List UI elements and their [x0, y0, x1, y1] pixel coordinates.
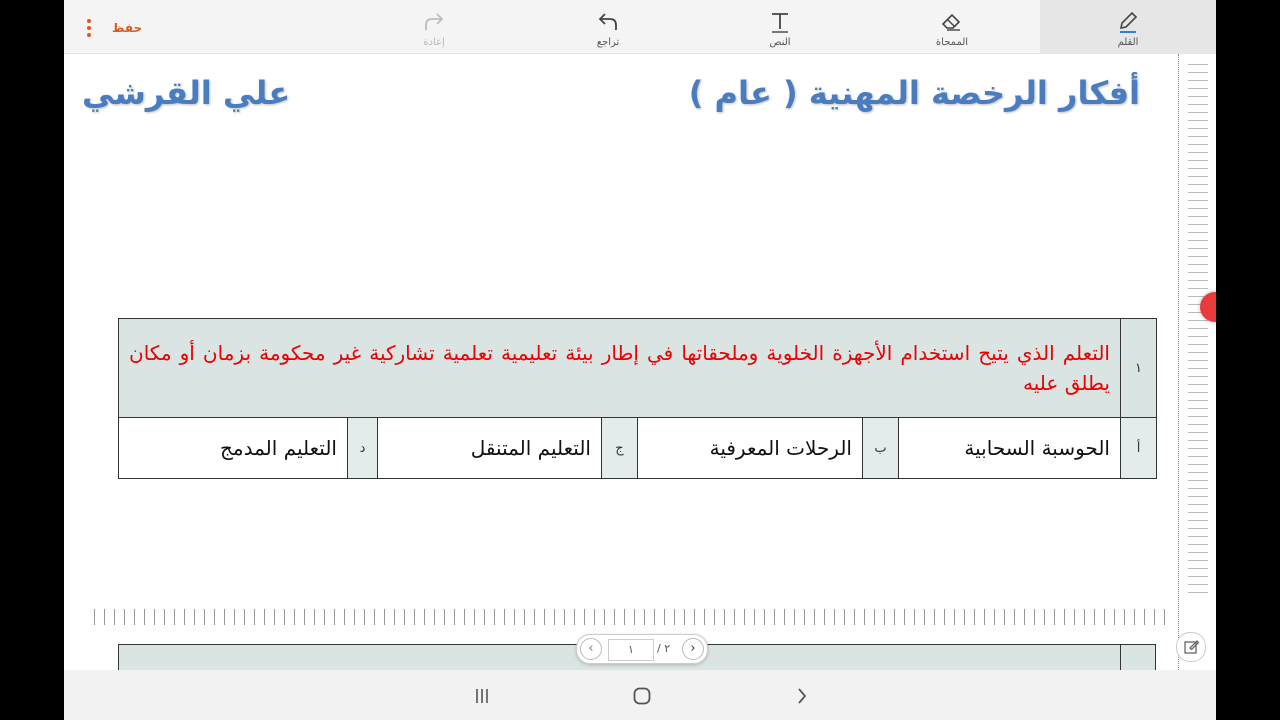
- side-scroll-ruler[interactable]: [1188, 64, 1208, 594]
- page-break-ruler: [94, 609, 1174, 625]
- eraser-icon: [941, 13, 961, 31]
- pen-tool-button[interactable]: القلم: [1040, 0, 1216, 54]
- redo-label: إعادة: [423, 37, 445, 48]
- option-letter-c: ج: [601, 417, 638, 479]
- option-letter-d: د: [347, 417, 378, 479]
- document-title: أفكار الرخصة المهنية ( عام ): [688, 74, 1140, 112]
- question-text: التعلم الذي يتيح استخدام الأجهزة الخلوية…: [118, 318, 1121, 418]
- toolbar: القلم الممحاة النص تراجع إعادة حفظ: [64, 0, 1216, 54]
- undo-label: تراجع: [596, 37, 620, 48]
- question-number: ١: [1120, 318, 1157, 418]
- question-table: ١ التعلم الذي يتيح استخدام الأجهزة الخلو…: [118, 318, 1157, 479]
- edit-icon[interactable]: [1176, 632, 1206, 662]
- page-number-input[interactable]: ١: [608, 639, 654, 661]
- chevron-right-icon[interactable]: ›: [682, 638, 704, 660]
- text-tool-label: النص: [769, 37, 791, 48]
- document-page[interactable]: أفكار الرخصة المهنية ( عام ) علي القرشي …: [64, 54, 1180, 670]
- recent-apps-icon[interactable]: [472, 686, 492, 706]
- question-row: ١ التعلم الذي يتيح استخدام الأجهزة الخلو…: [118, 318, 1157, 418]
- page-edge: [1178, 54, 1180, 670]
- back-icon[interactable]: [792, 686, 812, 706]
- chevron-left-icon[interactable]: ‹: [580, 638, 602, 660]
- option-text-b: الرحلات المعرفية: [637, 417, 863, 479]
- eraser-tool-label: الممحاة: [935, 37, 969, 48]
- text-tool-button[interactable]: النص: [720, 0, 840, 54]
- options-row: أ الحوسبة السحابية ب الرحلات المعرفية ج …: [118, 417, 1157, 479]
- option-letter-a: أ: [1120, 417, 1157, 479]
- option-text-a: الحوسبة السحابية: [898, 417, 1121, 479]
- pen-tool-label: القلم: [1117, 37, 1139, 48]
- undo-icon: [598, 13, 617, 30]
- page-total: / ٢: [657, 642, 671, 655]
- option-letter-b: ب: [862, 417, 899, 479]
- option-text-d: التعليم المدمج: [118, 417, 348, 479]
- page-navigator: ‹ ١ / ٢ ›: [576, 634, 708, 664]
- text-icon: [772, 13, 788, 33]
- redo-icon: [425, 13, 444, 30]
- eraser-tool-button[interactable]: الممحاة: [892, 0, 1012, 54]
- app-screen: القلم الممحاة النص تراجع إعادة حفظ أفكار…: [64, 0, 1216, 720]
- more-vertical-icon[interactable]: [86, 19, 92, 39]
- redo-button[interactable]: إعادة: [374, 0, 494, 54]
- author-name: علي القرشي: [82, 74, 291, 112]
- option-text-c: التعليم المتنقل: [377, 417, 602, 479]
- pen-icon: [1119, 11, 1138, 33]
- save-button[interactable]: حفظ: [112, 21, 142, 35]
- home-icon[interactable]: [632, 686, 652, 706]
- next-question-divider: [1120, 644, 1121, 670]
- undo-button[interactable]: تراجع: [548, 0, 668, 54]
- system-navigation-bar: [64, 670, 1216, 720]
